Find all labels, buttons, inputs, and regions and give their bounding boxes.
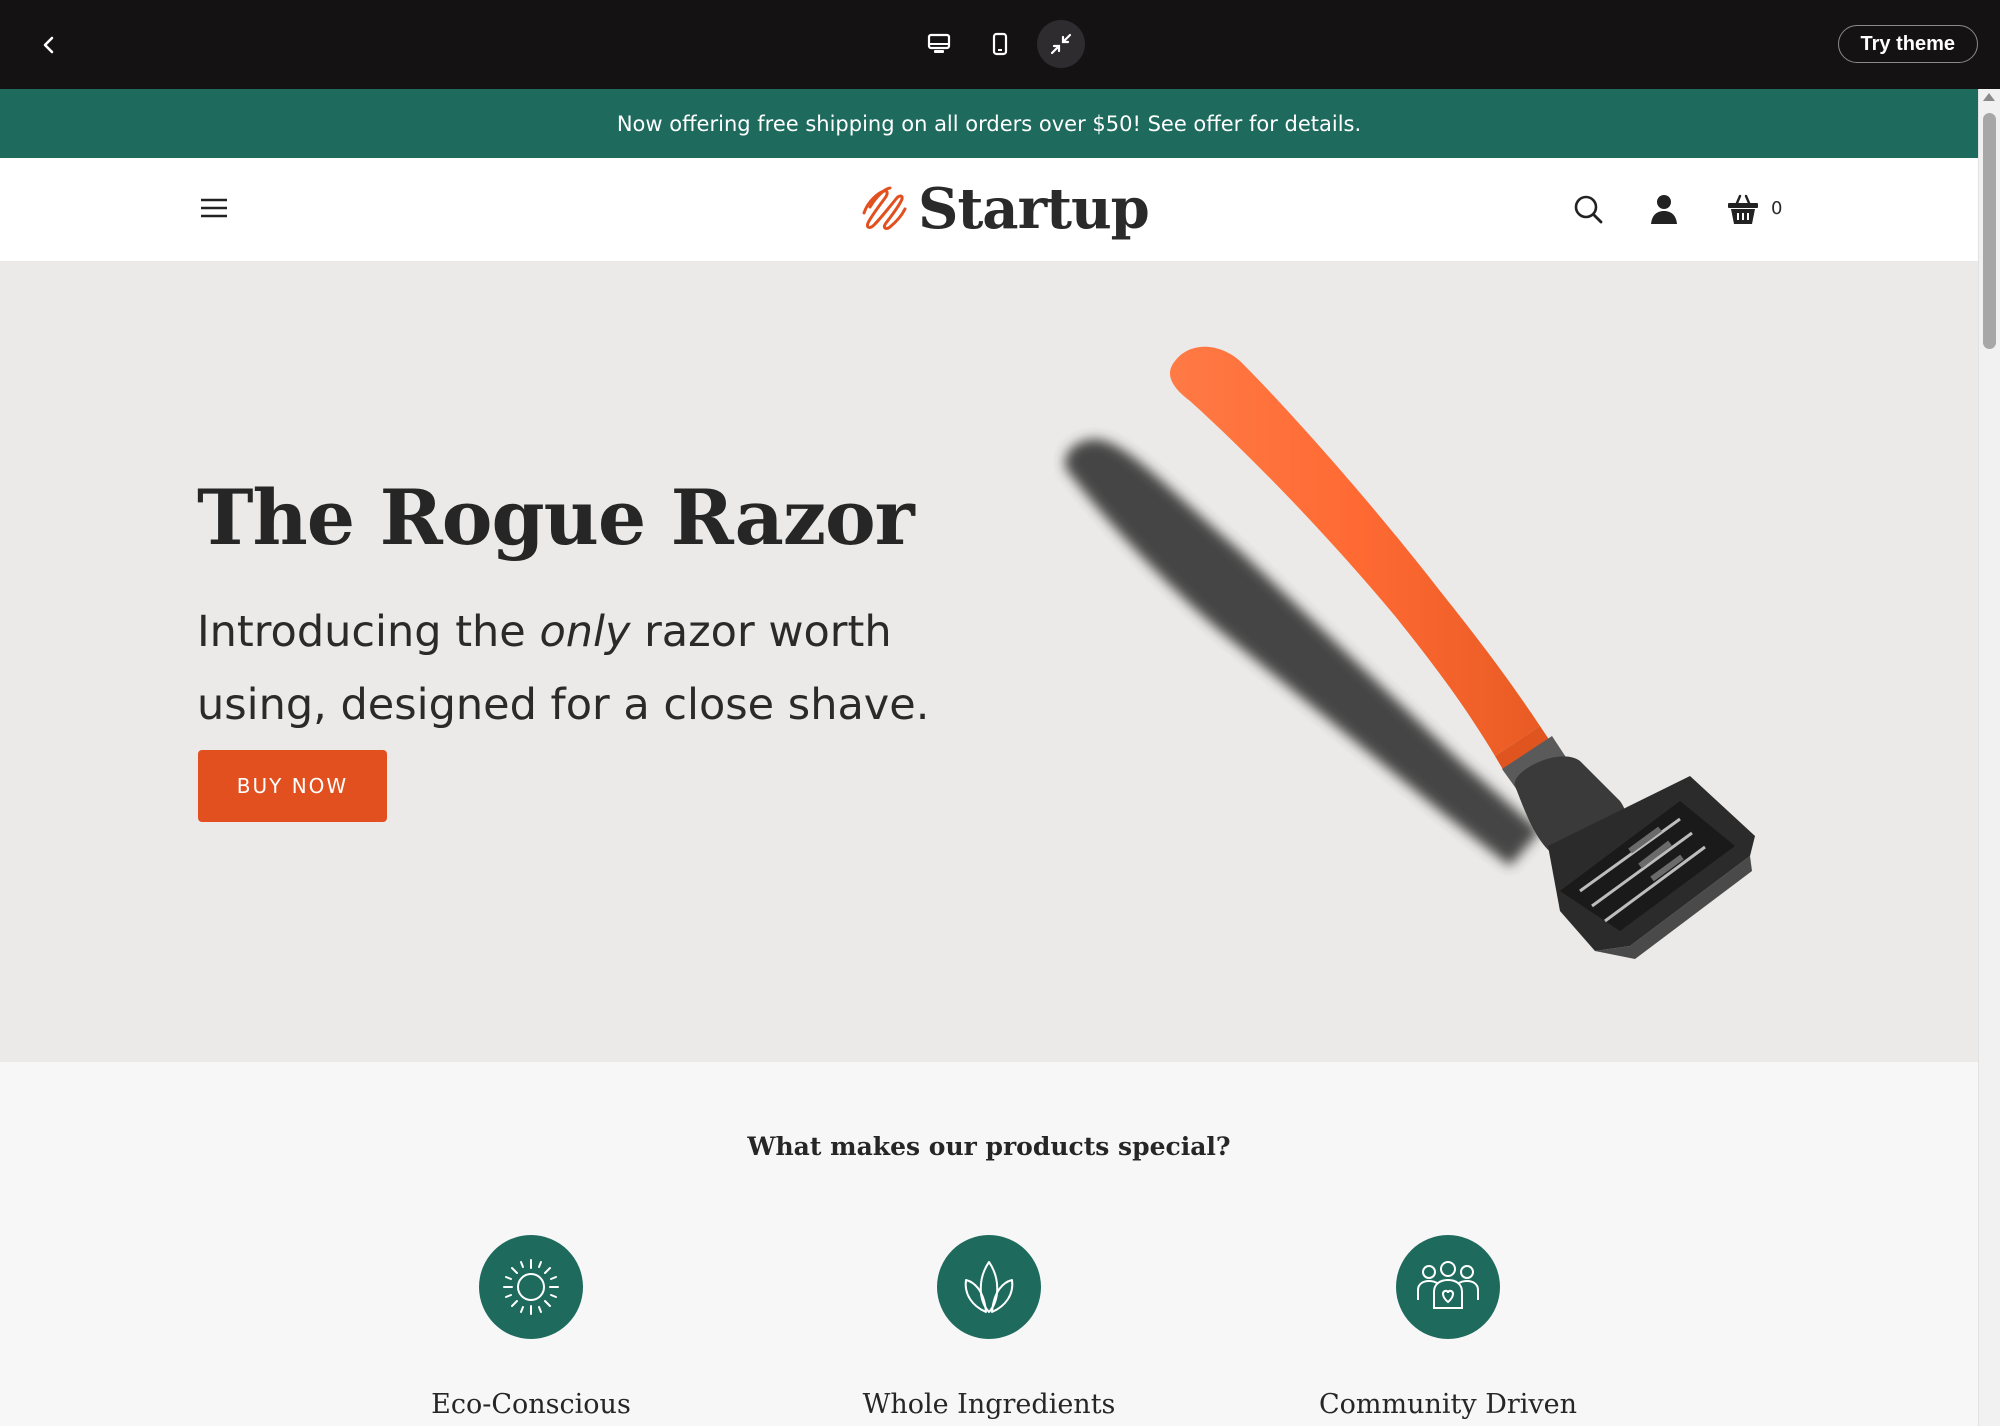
site-header: Startup 0 [0,158,1978,261]
feature-icon-circle [937,1235,1041,1339]
people-icon [1417,1261,1479,1309]
logo-text: Startup [918,176,1150,242]
feature-icon-circle [479,1235,583,1339]
feature-community-driven: Community Driven [1268,1235,1628,1420]
razor-product-image [1065,346,1755,959]
cart-icon[interactable] [1725,191,1761,227]
collapse-icon [1050,33,1072,55]
features-title: What makes our products special? [747,1132,1231,1161]
chevron-left-icon [43,36,54,54]
search-icon[interactable] [1570,191,1606,227]
mobile-icon [992,32,1008,56]
announcement-bar[interactable]: Now offering free shipping on all orders… [0,89,1978,158]
hero-banner: The Rogue Razor Introducing the only raz… [0,261,1978,1062]
feature-label: Community Driven [1318,1389,1578,1420]
cart-count: 0 [1771,198,1783,219]
account-icon[interactable] [1646,191,1682,227]
site-logo[interactable]: Startup [858,176,1150,242]
preview-toolbar: Try theme [0,0,2000,89]
mobile-view-button[interactable] [976,20,1024,68]
scroll-up-arrow[interactable] [1983,93,1995,101]
hero-title: The Rogue Razor [197,473,915,562]
feature-icon-circle [1396,1235,1500,1339]
theme-preview: Now offering free shipping on all orders… [0,89,1978,1426]
leaf-icon [964,1261,1014,1313]
scroll-thumb[interactable] [1983,113,1996,349]
feature-eco-conscious: Eco-Conscious [351,1235,711,1420]
sun-icon [503,1259,559,1315]
fullscreen-view-button[interactable] [1037,20,1085,68]
desktop-view-button[interactable] [915,20,963,68]
feature-label: Whole Ingredients [862,1389,1116,1420]
try-theme-button[interactable]: Try theme [1837,25,1978,63]
announcement-text: Now offering free shipping on all orders… [616,111,1362,136]
menu-icon[interactable] [198,194,230,222]
logo-mark-icon [862,186,907,230]
buy-now-button[interactable]: BUY NOW [198,750,387,822]
desktop-icon [927,33,951,53]
features-section: What makes our products special? Eco-Con… [0,1062,1978,1426]
page-scrollbar[interactable] [1978,89,2000,1426]
hero-subtitle: Introducing the only razor worth using, … [197,607,930,730]
feature-label: Eco-Conscious [431,1389,631,1420]
back-button[interactable] [30,26,68,64]
feature-whole-ingredients: Whole Ingredients [809,1235,1169,1420]
